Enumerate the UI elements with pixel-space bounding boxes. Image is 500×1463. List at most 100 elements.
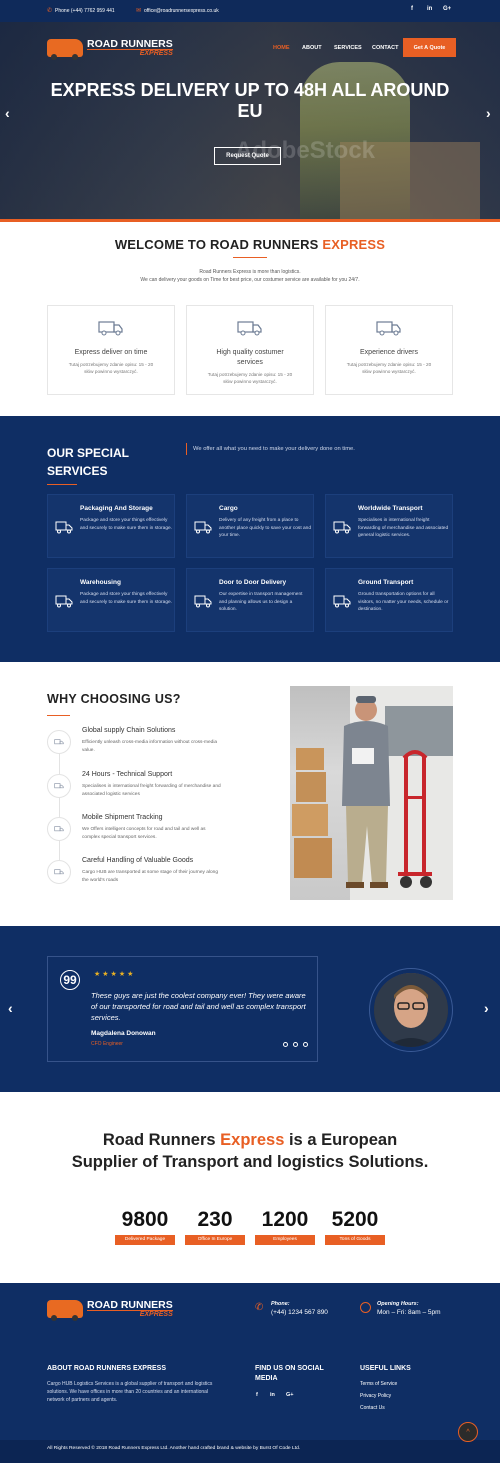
services-intro: We offer all what you need to make your …: [186, 443, 355, 455]
site-logo[interactable]: ROAD RUNNERS EXPRESS: [47, 39, 173, 60]
service-title: Ground Transport: [358, 579, 414, 586]
service-desc: Our expertise in transport management an…: [219, 592, 303, 613]
truck-icon: [47, 860, 71, 884]
service-desc: Delivery of any freight from a place to …: [219, 518, 311, 539]
service-card[interactable]: Cargo Delivery of any freight from a pla…: [186, 494, 314, 558]
footer-logo-tagline: EXPRESS: [87, 1310, 173, 1318]
testimonial-quote: These guys are just the coolest company …: [91, 991, 306, 1022]
hero-next-arrow-icon[interactable]: ›: [486, 105, 491, 121]
why-item-title: Careful Handling of Valuable Goods: [82, 857, 194, 864]
footer-hours-label: Opening Hours:: [377, 1301, 419, 1307]
top-bar: ✆ Phone (+44) 7762 959 441 ✉ office@road…: [0, 0, 500, 22]
services-divider: [47, 484, 77, 485]
feature-card-desc: Tutaj potrzebujemy zdanie opisu: 15 - 20…: [346, 362, 432, 374]
nav-services[interactable]: SERVICES: [334, 45, 362, 51]
footer-link-terms[interactable]: Terms of Service: [360, 1381, 397, 1387]
truck-icon: [333, 595, 351, 608]
service-title: Warehousing: [80, 579, 121, 586]
why-divider: [47, 715, 70, 716]
phone-icon: ✆: [47, 8, 53, 14]
slider-dot[interactable]: [303, 1042, 308, 1047]
footer-phone-label: Phone:: [271, 1301, 290, 1307]
facebook-icon[interactable]: f: [411, 6, 413, 12]
mail-icon: ✉: [136, 8, 142, 14]
welcome-desc-line2: We can delivery your goods on Time for b…: [140, 277, 360, 283]
truck-icon: [194, 521, 212, 534]
truck-icon: [55, 521, 73, 534]
topbar-phone-text: Phone (+44) 7762 959 441: [55, 7, 115, 14]
nav-about[interactable]: ABOUT: [302, 45, 322, 51]
stat-label: Tons of Goods: [325, 1235, 385, 1245]
testimonial-next-arrow-icon[interactable]: ›: [484, 1000, 489, 1016]
topbar-email-text: office@roadrunnersexpress.co.uk: [144, 7, 219, 14]
nav-contact[interactable]: CONTACT: [372, 45, 398, 51]
service-card[interactable]: Door to Door Delivery Our expertise in t…: [186, 568, 314, 632]
footer-phone[interactable]: (+44) 1234 567 890: [271, 1309, 328, 1316]
delivery-man-photo: [290, 686, 453, 900]
service-title: Worldwide Transport: [358, 505, 423, 512]
stats-title-part1: Road Runners: [102, 1131, 221, 1149]
truck-logo-icon: [47, 39, 83, 60]
facebook-icon[interactable]: f: [256, 1392, 258, 1398]
hero-title: EXPRESS DELIVERY UP TO 48H ALL AROUND EU: [50, 80, 450, 121]
logo-tagline: EXPRESS: [87, 49, 173, 57]
stat-number: 5200: [331, 1208, 379, 1231]
linkedin-icon[interactable]: in: [270, 1392, 275, 1398]
truck-icon: [47, 730, 71, 754]
slider-dot[interactable]: [283, 1042, 288, 1047]
service-card[interactable]: Warehousing Package and store your thing…: [47, 568, 175, 632]
why-item-title: 24 Hours - Technical Support: [82, 771, 173, 778]
service-title: Packaging And Storage: [80, 505, 153, 512]
footer-link-privacy[interactable]: Privacy Policy: [360, 1393, 391, 1399]
testimonial-prev-arrow-icon[interactable]: ‹: [8, 1000, 13, 1016]
stat-item: 1200 Employees: [255, 1208, 315, 1245]
footer-link-contact[interactable]: Contact Us: [360, 1405, 385, 1411]
google-plus-icon[interactable]: G+: [443, 6, 451, 12]
hero-prev-arrow-icon[interactable]: ‹: [5, 105, 10, 121]
service-card[interactable]: Worldwide Transport Specialises in inter…: [325, 494, 453, 558]
feature-card: Experience drivers Tutaj potrzebujemy zd…: [325, 305, 453, 395]
service-title: Cargo: [219, 505, 238, 512]
truck-icon: [98, 321, 123, 336]
footer-bottom-bar: [0, 1440, 500, 1463]
phone-icon: ✆: [255, 1302, 264, 1313]
hero-accent-line: [0, 219, 500, 222]
why-item-desc: Cargo HUB are transported at some stage …: [82, 870, 218, 883]
service-desc: Package and store your things effectivel…: [80, 518, 172, 531]
why-item-title: Mobile Shipment Tracking: [82, 814, 163, 821]
services-title-line2: SERVICES: [47, 464, 108, 478]
request-quote-button[interactable]: Request Quote: [214, 147, 281, 165]
feature-card: Express deliver on time Tutaj potrzebuje…: [47, 305, 175, 395]
footer-about-text: Cargo HUB Logistics Services is a global…: [47, 1381, 213, 1403]
truck-icon: [376, 321, 401, 336]
footer-hours: Mon – Fri: 8am – 5pm: [377, 1309, 441, 1316]
stat-item: 9800 Delivered Package: [115, 1208, 175, 1245]
get-quote-button[interactable]: Get A Quote: [403, 38, 456, 57]
why-item-desc: Efficiently unleash cross-media informat…: [82, 740, 218, 753]
back-to-top-button[interactable]: ^: [458, 1422, 478, 1442]
testimonial-role: CFO Engineer: [91, 1041, 123, 1047]
clock-icon: [360, 1302, 371, 1313]
services-title: OUR SPECIAL SERVICES: [47, 444, 129, 480]
stat-label: Employees: [255, 1235, 315, 1245]
google-plus-icon[interactable]: G+: [286, 1392, 294, 1398]
nav-home[interactable]: HOME: [273, 45, 290, 51]
services-title-line1: OUR SPECIAL: [47, 446, 130, 460]
feature-card-title: High quality costumer services: [216, 349, 284, 366]
service-card[interactable]: Ground Transport Ground transportation o…: [325, 568, 453, 632]
truck-icon: [55, 595, 73, 608]
topbar-phone[interactable]: ✆ Phone (+44) 7762 959 441: [47, 7, 115, 15]
topbar-email[interactable]: ✉ office@roadrunnersexpress.co.uk: [136, 7, 219, 15]
service-card[interactable]: Packaging And Storage Package and store …: [47, 494, 175, 558]
footer-logo[interactable]: ROAD RUNNERS EXPRESS: [47, 1300, 173, 1321]
feature-card-title: Experience drivers: [360, 349, 418, 356]
footer-links-title: USEFUL LINKS: [360, 1365, 411, 1372]
linkedin-icon[interactable]: in: [427, 6, 432, 12]
truck-icon: [47, 817, 71, 841]
slider-dot[interactable]: [293, 1042, 298, 1047]
feature-card-desc: Tutaj potrzebujemy zdanie opisu: 15 - 20…: [207, 372, 293, 384]
why-timeline: [59, 735, 60, 880]
feature-card: High quality costumer services Tutaj pot…: [186, 305, 314, 395]
stat-number: 1200: [261, 1208, 309, 1231]
feature-card-title: Express deliver on time: [74, 349, 148, 356]
